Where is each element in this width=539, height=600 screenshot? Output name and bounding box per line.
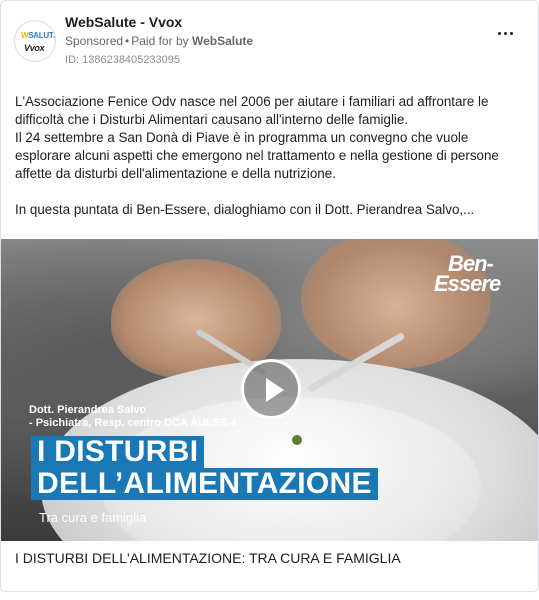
headline-line-1: I DISTURBI [31,436,205,468]
play-triangle [266,378,284,402]
more-dot [504,32,507,35]
sponsored-label: Sponsored [65,34,124,48]
more-horizontal-icon[interactable] [496,29,516,39]
logo-text-bottom: Essere [434,271,501,296]
advertiser-name: WebSalute [191,34,254,48]
body-line: esplorare alcuni aspetti che emergono ne… [15,148,499,163]
post-body-text: L'Associazione Fenice Odv nasce nel 2006… [15,93,525,219]
page-avatar[interactable]: WSALUTE Vvox [14,20,56,62]
more-dot [498,32,501,35]
speaker-caption: Dott. Pierandrea Salvo - Psichiatra, Res… [29,404,237,430]
body-line: affette da disturbi dell'alimentazione e… [15,166,336,181]
ad-id: ID: 1386238405233095 [65,54,180,66]
page-name-link[interactable]: WebSalute - Vvox [65,14,182,30]
sponsor-line: Sponsored • Paid for by WebSalute [65,34,253,48]
video-headline: I DISTURBI DELL’ALIMENTAZIONE [31,436,378,500]
body-line-truncated: In questa puntata di Ben-Essere, dialogh… [15,202,475,217]
more-dot [510,32,513,35]
link-caption[interactable]: I DISTURBI DELL'ALIMENTAZIONE: TRA CURA … [15,550,401,566]
body-line: difficoltà che i Disturbi Alimentari cau… [15,112,409,127]
separator-dot: • [125,34,130,48]
headline-line-2: DELL’ALIMENTAZIONE [31,468,378,500]
post-header: WSALUTE Vvox WebSalute - Vvox Sponsored •… [1,1,538,75]
video-thumbnail[interactable]: Ben- Essere Dott. Pierandrea Salvo - Psi… [1,239,538,541]
video-subtitle: Tra cura e famiglia [39,510,147,525]
body-line: L'Associazione Fenice Odv nasce nel 2006… [15,94,489,109]
avatar-logo-subtext: Vvox [24,43,45,53]
speaker-role: - Psichiatra, Resp. centro DCA AULSS 4 [29,417,237,429]
ad-card: WSALUTE Vvox WebSalute - Vvox Sponsored •… [0,0,539,592]
body-line: Il 24 settembre a San Donà di Piave è in… [15,130,469,145]
play-icon[interactable] [241,359,301,419]
speaker-name: Dott. Pierandrea Salvo [29,404,147,416]
avatar-logo-text: WSALUTE [21,31,56,40]
ben-essere-logo: Ben- Essere [434,251,518,296]
paid-for-by-label: Paid for by [131,34,189,48]
